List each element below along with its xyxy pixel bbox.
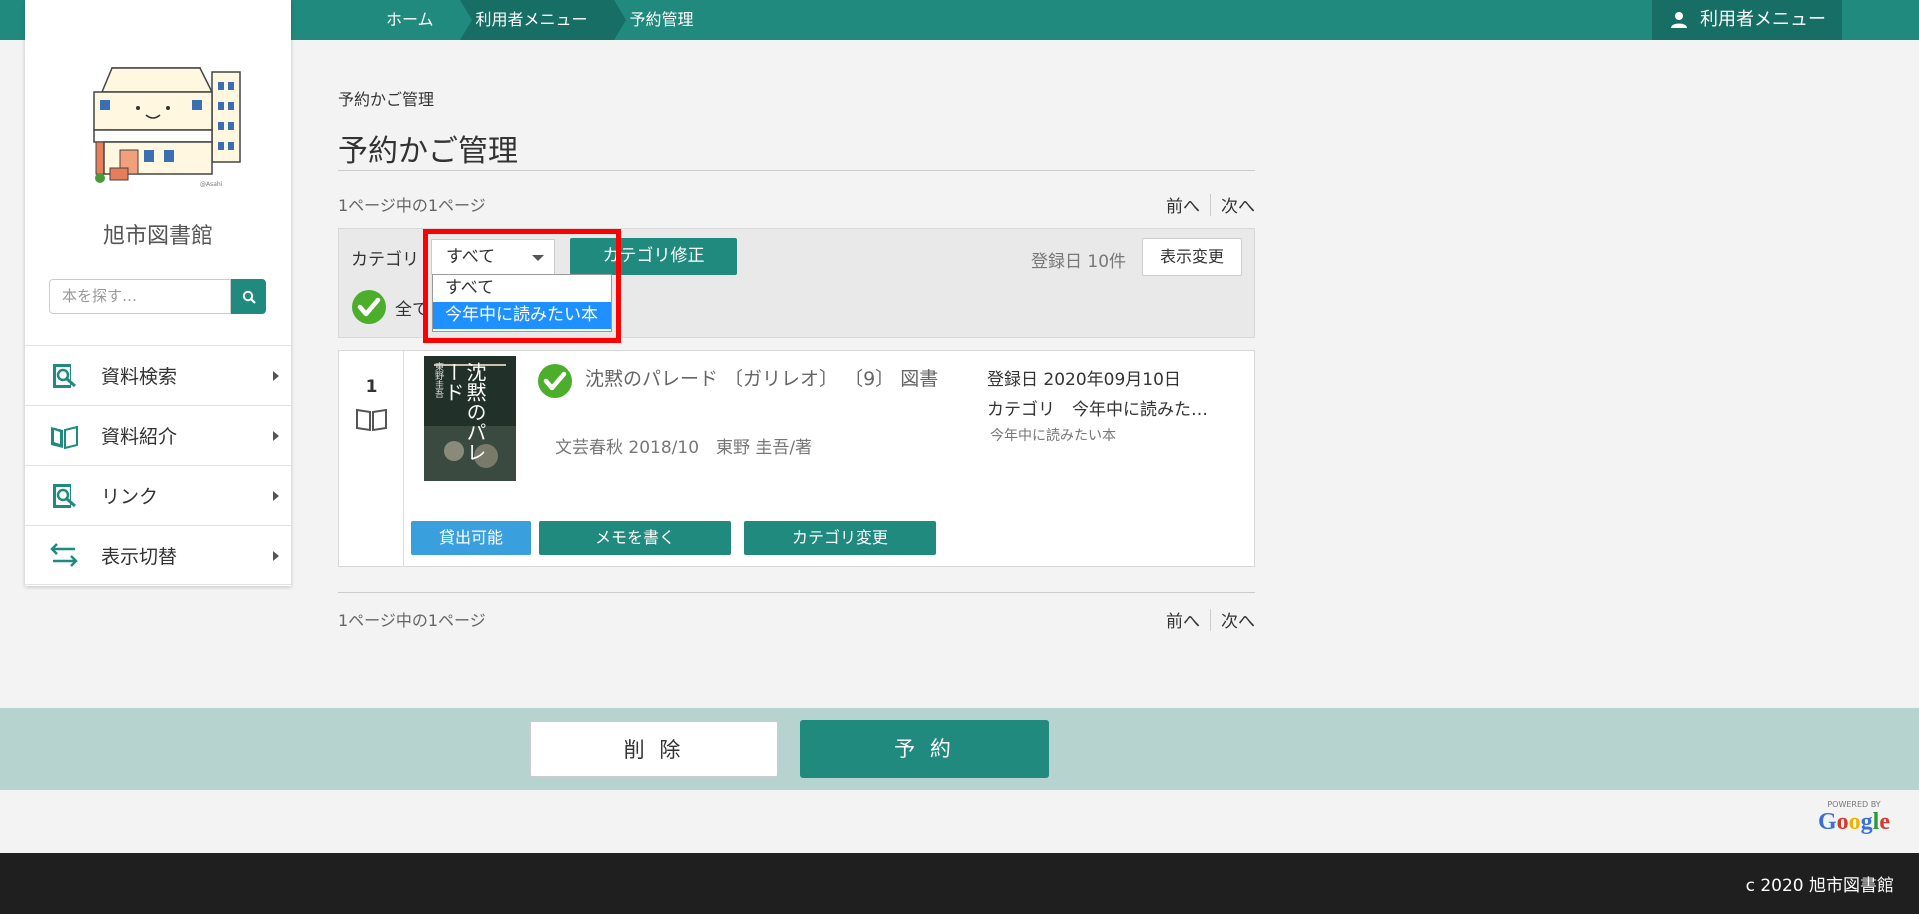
next-link[interactable]: 次へ xyxy=(1221,607,1255,632)
caret-right-icon xyxy=(273,431,279,441)
sidebar-item-search[interactable]: 資料検索 xyxy=(25,345,291,405)
book-cover-image[interactable]: 沈黙のパレード 東野圭吾 xyxy=(424,356,516,481)
reserve-button[interactable]: 予 約 xyxy=(800,720,1049,778)
cover-author: 東野圭吾 xyxy=(433,362,443,398)
search-button[interactable] xyxy=(231,279,266,314)
next-link[interactable]: 次へ xyxy=(1221,192,1255,217)
write-memo-button[interactable]: メモを書く xyxy=(539,521,731,555)
search-icon xyxy=(242,290,256,304)
search-input[interactable]: 本を探す… xyxy=(49,279,231,314)
prev-link[interactable]: 前へ xyxy=(1166,607,1200,632)
breadcrumb-user-menu[interactable]: 利用者メニュー xyxy=(459,0,626,40)
availability-button[interactable]: 貸出可能 xyxy=(411,521,531,555)
powered-by-google-logo: POWERED BY Google xyxy=(1818,800,1890,835)
open-book-icon xyxy=(51,425,78,449)
display-change-button[interactable]: 表示変更 xyxy=(1142,238,1242,276)
cover-title: 沈黙のパレード xyxy=(441,362,487,462)
swap-arrows-icon xyxy=(50,543,78,567)
search-book-icon xyxy=(53,363,76,388)
caret-right-icon xyxy=(273,491,279,501)
library-building-logo: @Asahi xyxy=(93,67,241,188)
highlight-box xyxy=(423,229,621,343)
page-info-top: 1ページ中の1ページ xyxy=(338,196,486,215)
caret-right-icon xyxy=(273,371,279,381)
item-number: 1 xyxy=(365,377,378,397)
delete-button[interactable]: 削 除 xyxy=(530,721,778,777)
registered-date: 登録日 2020年09月10日 xyxy=(987,370,1181,390)
footer: c 2020 旭市図書館 xyxy=(0,853,1919,914)
prev-link[interactable]: 前へ xyxy=(1166,192,1200,217)
select-all-toggle[interactable]: 全て xyxy=(351,289,429,325)
breadcrumb-home[interactable]: ホーム xyxy=(370,0,472,40)
list-item: 1 沈黙のパレード 東野圭吾 沈黙のパレード 〔ガリレオ〕 〔9〕 図書 文芸春… xyxy=(338,350,1255,567)
svg-text:@Asahi: @Asahi xyxy=(200,181,223,188)
copyright-text: c 2020 旭市図書館 xyxy=(1745,876,1894,896)
sidebar-item-intro[interactable]: 資料紹介 xyxy=(25,405,291,465)
google-wordmark: Google xyxy=(1818,809,1890,835)
pager-divider xyxy=(1210,193,1211,216)
breadcrumb-reservation: 予約管理 xyxy=(629,10,694,29)
sidebar: @Asahi 旭市図書館 本を探す… 資料検索 資料紹介 リンク 表示切替 xyxy=(25,0,291,586)
user-menu-button[interactable]: 利用者メニュー xyxy=(1652,0,1842,40)
library-name: 旭市図書館 xyxy=(102,224,213,249)
item-category-note: 今年中に読みたい本 xyxy=(990,428,1116,444)
sort-info: 登録日 10件 xyxy=(1031,252,1127,272)
link-search-icon xyxy=(53,483,76,508)
page-info-bottom: 1ページ中の1ページ xyxy=(338,611,486,630)
pager-divider xyxy=(1210,608,1211,631)
checkmark-icon xyxy=(352,290,386,324)
page-title: 予約かご管理 xyxy=(338,134,518,169)
book-icon xyxy=(356,408,387,432)
item-category: カテゴリ 今年中に読みた… xyxy=(987,400,1208,420)
list-divider xyxy=(338,592,1255,593)
sidebar-item-links[interactable]: リンク xyxy=(25,465,291,525)
sidebar-nav: 資料検索 資料紹介 リンク 表示切替 xyxy=(25,345,291,585)
change-category-button[interactable]: カテゴリ変更 xyxy=(744,521,936,555)
page-breadcrumb: 予約かご管理 xyxy=(338,90,435,109)
book-publication: 文芸春秋 2018/10 東野 圭吾∕著 xyxy=(555,438,813,458)
item-number-column: 1 xyxy=(339,351,404,566)
book-title-link[interactable]: 沈黙のパレード 〔ガリレオ〕 〔9〕 図書 xyxy=(555,365,955,393)
sidebar-item-display[interactable]: 表示切替 xyxy=(25,525,291,585)
pager-top: 前へ 次へ xyxy=(1166,192,1255,217)
pager-bottom: 前へ 次へ xyxy=(1166,607,1255,632)
breadcrumb: ホーム 利用者メニュー 予約管理 xyxy=(370,0,720,40)
action-bar: 削 除 予 約 xyxy=(0,708,1919,790)
category-label: カテゴリ xyxy=(351,250,419,270)
caret-right-icon xyxy=(273,551,279,561)
user-icon xyxy=(1671,12,1687,28)
title-divider xyxy=(338,170,1255,171)
